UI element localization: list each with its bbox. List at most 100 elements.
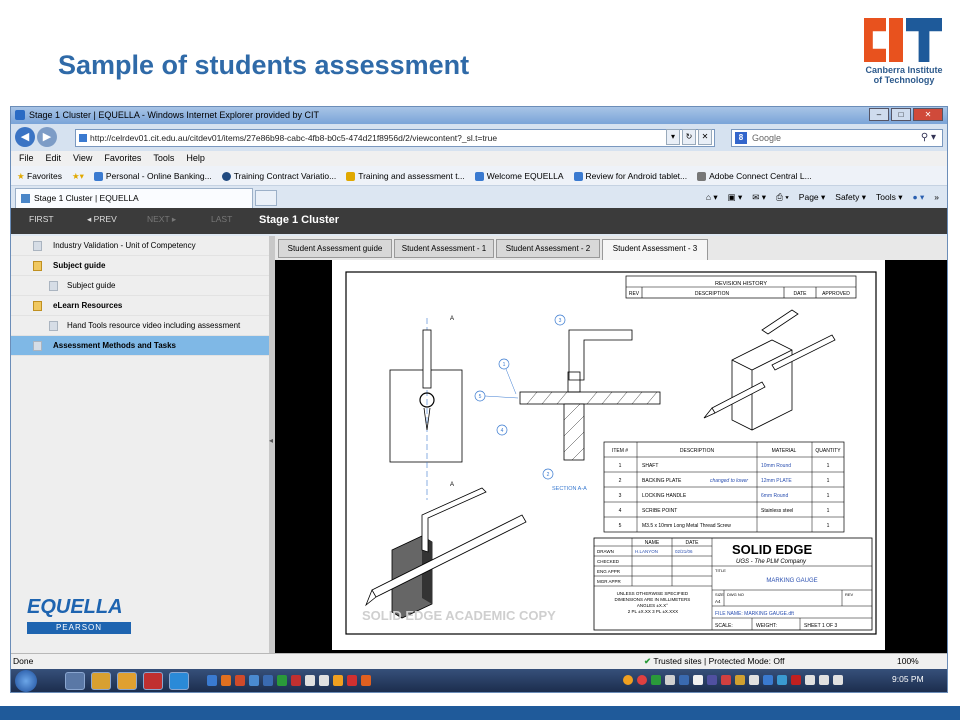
tab-assessment-1[interactable]: Student Assessment - 1 xyxy=(394,239,494,258)
clock[interactable]: 9:05 PM xyxy=(892,674,924,684)
quicklaunch-icon[interactable] xyxy=(291,675,301,686)
prev-button[interactable]: ◂ PREV xyxy=(87,214,117,225)
tools-menu[interactable]: Tools ▾ xyxy=(876,189,902,205)
tray-icon[interactable] xyxy=(707,675,717,685)
tray-icon[interactable] xyxy=(721,675,731,685)
tray-icon[interactable] xyxy=(651,675,661,685)
maximize-button[interactable]: □ xyxy=(891,108,911,121)
security-zone[interactable]: ✔ Trusted sites | Protected Mode: Off xyxy=(644,654,785,669)
tray-icon[interactable] xyxy=(637,675,647,685)
favorites-bar: ★ Favorites ★▾ Personal - Online Banking… xyxy=(11,166,947,186)
favorite-item[interactable]: Adobe Connect Central L... xyxy=(697,166,812,185)
tray-icon[interactable] xyxy=(777,675,787,685)
tab-assessment-3[interactable]: Student Assessment - 3 xyxy=(602,239,708,260)
quicklaunch-icon[interactable] xyxy=(249,675,259,686)
tray-icon[interactable] xyxy=(749,675,759,685)
new-tab-button[interactable] xyxy=(255,190,277,206)
favorite-item[interactable]: Welcome EQUELLA xyxy=(474,166,564,185)
tree-item[interactable]: Industry Validation - Unit of Competency xyxy=(11,236,269,256)
help-icon[interactable]: ● ▾ xyxy=(913,189,925,205)
quicklaunch-icon[interactable] xyxy=(235,675,245,686)
ie-taskbar-icon[interactable] xyxy=(65,672,85,690)
print-icon[interactable]: ⎙ ▾ xyxy=(776,189,789,205)
tray-icon[interactable] xyxy=(679,675,689,685)
svg-text:1: 1 xyxy=(827,478,830,484)
tray-icon[interactable] xyxy=(791,675,801,685)
last-button[interactable]: LAST xyxy=(211,214,232,224)
volume-icon[interactable] xyxy=(833,675,843,685)
network-icon[interactable] xyxy=(819,675,829,685)
window-titlebar[interactable]: Stage 1 Cluster | EQUELLA - Windows Inte… xyxy=(11,107,947,124)
quicklaunch-icon[interactable] xyxy=(319,675,329,686)
tree-item[interactable]: Subject guide xyxy=(11,256,269,276)
start-button[interactable] xyxy=(15,670,37,692)
menu-help[interactable]: Help xyxy=(186,151,205,166)
overflow-icon[interactable]: » xyxy=(934,189,939,205)
menu-edit[interactable]: Edit xyxy=(46,151,62,166)
tray-icon[interactable] xyxy=(763,675,773,685)
google-icon: 8 xyxy=(735,132,747,144)
favorite-item[interactable]: Review for Android tablet... xyxy=(573,166,687,185)
search-input[interactable]: 8 Google ⚲ ▾ xyxy=(731,129,943,147)
tray-icon[interactable] xyxy=(665,675,675,685)
app-taskbar-icon[interactable] xyxy=(143,672,163,690)
tab-assessment-2[interactable]: Student Assessment - 2 xyxy=(496,239,600,258)
favorite-item[interactable]: Training Contract Variatio... xyxy=(221,166,336,185)
stop-icon[interactable]: ✕ xyxy=(698,129,712,145)
refresh-icon[interactable]: ↻ xyxy=(682,129,696,145)
favorite-item[interactable]: Personal - Online Banking... xyxy=(93,166,212,185)
favorite-item[interactable]: Training and assessment t... xyxy=(346,166,465,185)
compat-icon[interactable]: ▾ xyxy=(666,129,680,145)
menu-favorites[interactable]: Favorites xyxy=(104,151,141,166)
skype-taskbar-icon[interactable] xyxy=(169,672,189,690)
battery-icon[interactable] xyxy=(805,675,815,685)
add-favorite-icon[interactable]: ★▾ xyxy=(72,166,84,185)
mail-icon[interactable]: ✉ ▾ xyxy=(752,189,766,205)
tab-assessment-guide[interactable]: Student Assessment guide xyxy=(278,239,392,258)
bluetooth-icon[interactable] xyxy=(693,675,703,685)
quicklaunch-icon[interactable] xyxy=(361,675,371,686)
search-icon[interactable]: ⚲ ▾ xyxy=(921,130,936,146)
collapse-arrow-icon[interactable]: ◂ xyxy=(269,436,273,445)
svg-text:1: 1 xyxy=(503,362,506,368)
home-icon[interactable]: ⌂ ▾ xyxy=(706,189,718,205)
quicklaunch-icon[interactable] xyxy=(207,675,217,686)
feeds-icon[interactable]: ▣ ▾ xyxy=(728,189,743,205)
quicklaunch-icon[interactable] xyxy=(347,675,357,686)
handwritten-note: changed to lower xyxy=(710,478,748,484)
tree-item[interactable]: eLearn Resources xyxy=(11,296,269,316)
tree-item[interactable]: Subject guide xyxy=(11,276,269,296)
tree-item[interactable]: Hand Tools resource video including asse… xyxy=(11,316,269,336)
svg-text:DATE: DATE xyxy=(794,291,808,297)
svg-text:2: 2 xyxy=(619,478,622,484)
tab-row: Stage 1 Cluster | EQUELLA ⌂ ▾ ▣ ▾ ✉ ▾ ⎙ … xyxy=(11,186,947,208)
favorites-button[interactable]: ★ Favorites xyxy=(17,166,62,185)
close-button[interactable]: ✕ xyxy=(913,108,943,121)
quicklaunch-icon[interactable] xyxy=(263,675,273,686)
browser-tab[interactable]: Stage 1 Cluster | EQUELLA xyxy=(15,188,253,208)
tray-icon[interactable] xyxy=(735,675,745,685)
page-favicon-icon xyxy=(79,134,87,142)
quicklaunch-icon[interactable] xyxy=(221,675,231,686)
first-button[interactable]: FIRST xyxy=(29,214,54,224)
svg-text:3: 3 xyxy=(619,493,622,499)
menu-tools[interactable]: Tools xyxy=(153,151,174,166)
minimize-button[interactable]: – xyxy=(869,108,889,121)
back-button[interactable]: ◀ xyxy=(15,127,35,147)
address-bar[interactable]: http://celrdev01.cit.edu.au/citdev01/ite… xyxy=(75,129,715,147)
zoom-level[interactable]: 100% xyxy=(897,654,919,669)
explorer-taskbar-icon[interactable] xyxy=(91,672,111,690)
forward-button[interactable]: ▶ xyxy=(37,127,57,147)
menu-view[interactable]: View xyxy=(73,151,92,166)
media-taskbar-icon[interactable] xyxy=(117,672,137,690)
tree-item-selected[interactable]: Assessment Methods and Tasks xyxy=(11,336,269,356)
search-placeholder: Google xyxy=(752,133,782,143)
next-button[interactable]: NEXT ▸ xyxy=(147,214,176,225)
tray-icon[interactable] xyxy=(623,675,633,685)
page-menu[interactable]: Page ▾ xyxy=(799,189,825,205)
quicklaunch-icon[interactable] xyxy=(305,675,315,686)
menu-file[interactable]: File xyxy=(19,151,34,166)
quicklaunch-icon[interactable] xyxy=(333,675,343,686)
quicklaunch-icon[interactable] xyxy=(277,675,287,686)
safety-menu[interactable]: Safety ▾ xyxy=(835,189,866,205)
